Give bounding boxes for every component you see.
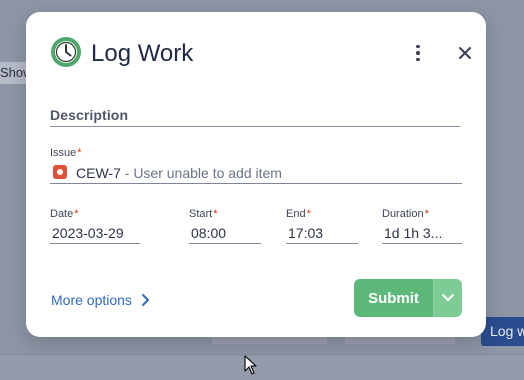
submit-button[interactable]: Submit	[354, 279, 433, 317]
background-bottom-bar	[0, 354, 524, 380]
start-label: Start*	[189, 208, 218, 220]
clock-icon	[51, 37, 81, 67]
description-label: Description	[50, 107, 129, 123]
date-label: Date*	[50, 208, 79, 220]
dialog-header: Log Work	[50, 36, 471, 70]
dialog-title: Log Work	[91, 40, 194, 67]
log-work-dialog: Log Work Description Issue* CEW-7 - User…	[26, 12, 486, 337]
close-icon[interactable]	[454, 42, 476, 64]
kebab-menu-icon[interactable]	[408, 41, 428, 65]
bug-icon	[53, 165, 67, 179]
issue-value: CEW-7 - User unable to add item	[76, 164, 282, 182]
issue-picker[interactable]: CEW-7 - User unable to add item	[50, 162, 462, 184]
description-field[interactable]: Description	[50, 106, 460, 127]
duration-input[interactable]: 1d 1h 3...	[382, 224, 462, 244]
end-time-input[interactable]: 17:03	[286, 224, 358, 244]
submit-button-group: Submit	[354, 279, 462, 317]
mouse-cursor-icon	[244, 355, 257, 375]
background-log-work-button: Log w	[481, 317, 524, 346]
issue-label: Issue*	[50, 147, 82, 159]
background-show-label: Show	[0, 62, 28, 84]
submit-options-dropdown[interactable]	[434, 279, 462, 317]
required-mark: *	[77, 147, 82, 159]
duration-label: Duration*	[382, 208, 429, 220]
issue-summary: User unable to add item	[133, 165, 282, 181]
issue-separator: -	[120, 165, 134, 181]
issue-key: CEW-7	[76, 165, 121, 181]
chevron-right-icon	[141, 294, 149, 306]
more-options-link[interactable]: More options	[51, 292, 152, 308]
end-label: End*	[286, 208, 311, 220]
more-options-label: More options	[51, 292, 132, 308]
start-time-input[interactable]: 08:00	[189, 224, 261, 244]
date-input[interactable]: 2023-03-29	[50, 224, 140, 244]
chevron-down-icon	[442, 294, 454, 301]
